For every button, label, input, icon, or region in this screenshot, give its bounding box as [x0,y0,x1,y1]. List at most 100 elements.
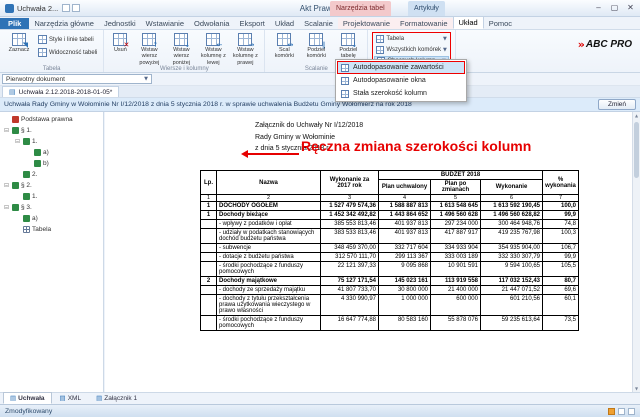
document-tab[interactable]: ▤ Uchwała 2.12.2018-2018-01-05* [2,86,119,97]
tree-item[interactable]: § 1. [0,125,103,136]
document-version-selector[interactable]: Pierwotny dokument ▼ [2,74,152,84]
insert-column-left-button[interactable]: Wstaw kolumnę z lewej [198,32,228,66]
tree-item[interactable]: a) [0,147,103,158]
tree-item[interactable]: 2. [0,169,103,180]
menu-item-label: Autodopasowanie okna [353,77,426,84]
col-header-percent: % wykonania [543,171,579,195]
ribbon-tab[interactable]: Pomoc [484,18,517,29]
save-icon[interactable] [62,4,70,12]
merge-cells-button[interactable]: Scal komórki [269,32,299,60]
tree-item[interactable]: § 3. [0,202,103,213]
annotation-arrow-head [241,150,248,158]
insert-column-right-button[interactable]: Wstaw kolumnę z prawej [230,32,260,66]
table-row[interactable]: - wpływy z podatków i opłat 385 553 813,… [201,220,579,229]
budget-table[interactable]: Lp. Nazwa Wykonanie za 2017 rok BUDŻET 2… [200,170,579,331]
table-row[interactable]: - środki pochodzące z funduszy pomocowyc… [201,262,579,277]
ribbon-tab[interactable]: Eksport [234,18,269,29]
expander-icon[interactable] [3,204,10,211]
expander-icon[interactable] [14,138,21,145]
annotation-arrow [247,153,299,155]
table-row[interactable]: 2 Dochody majątkowe 75 127 171,54 145 02… [201,277,579,286]
cell-execution: 59 235 613,64 [481,316,543,331]
ribbon-tab[interactable]: Narzędzia główne [29,18,99,29]
cell-percent: 100,0 [543,202,579,211]
tree-item[interactable]: 1. [0,136,103,147]
bottom-tab[interactable]: ▤ XML [53,392,89,404]
cell-lp [201,262,217,277]
zoom-icon[interactable] [628,408,635,415]
col-header-budget: BUDŻET 2018 [379,171,543,180]
table-row[interactable]: 1 DOCHODY OGÓŁEM 1 527 479 574,36 1 588 … [201,202,579,211]
tree-item[interactable]: 1. [0,191,103,202]
cell-exec-2017: 383 533 813,46 [321,229,379,244]
tree-item[interactable]: Tabela [0,224,103,235]
expander-icon[interactable] [3,182,10,189]
tree-item[interactable]: b) [0,158,103,169]
brand-logo: » ABC PRO [578,38,632,51]
change-button[interactable]: Zmień [598,99,636,110]
document-page[interactable]: Załącznik do Uchwały Nr I/12/2018 Rady G… [105,112,632,392]
bottom-tab[interactable]: ▤ Uchwała [3,392,52,404]
table-row[interactable]: - środki pochodzące z funduszy pomocowyc… [201,316,579,331]
table-visibility-button[interactable]: Widoczność tabeli [36,47,99,58]
maximize-icon[interactable]: ▢ [607,1,622,14]
select-button[interactable]: Zaznacz [4,32,34,53]
ribbon-tab[interactable]: Formatowanie [395,18,453,29]
close-icon[interactable]: ✕ [623,1,638,14]
button-label: Tabela [386,36,404,42]
scrollbar-thumb[interactable] [634,122,639,178]
ribbon-tab[interactable]: Projektowanie [338,18,395,29]
autofit-table-icon [376,35,384,43]
tree-item[interactable]: a) [0,213,103,224]
table-styles-icon [38,35,47,44]
cell-plan-adopted: 9 095 868 [379,262,431,277]
insert-row-below-button[interactable]: Wstaw wiersz poniżej [166,32,196,66]
brand-name: ABC PRO [586,39,632,50]
table-row[interactable]: - dochody z tytułu przekształcenia prawa… [201,295,579,316]
ribbon-tab[interactable]: Układ [453,16,484,29]
autofit-all-cells-button[interactable]: Wszystkich komórek ▼ [374,45,449,55]
autofit-dropdown-menu: Autodopasowanie zawartości Autodopasowan… [335,59,467,102]
node-icon [23,215,30,222]
scroll-up-icon[interactable]: ▲ [633,113,640,118]
split-table-button[interactable]: Podziel tabelę [333,32,363,60]
button-label: Scal komórki [269,47,299,60]
insert-row-above-button[interactable]: Wstaw wiersz powyżej [134,32,164,66]
undo-icon[interactable] [72,4,80,12]
insert-row-above-icon [142,33,156,46]
table-row[interactable]: - dotacje z budżetu państwa 312 570 111,… [201,253,579,262]
notification-icon[interactable] [608,408,615,415]
menu-item[interactable]: Autodopasowanie zawartości [337,61,465,74]
context-group-table-tools[interactable]: Narzędzia tabel [330,1,391,16]
table-row[interactable]: 1 Dochody bieżące 1 452 342 492,82 1 443… [201,211,579,220]
insert-column-left-icon [206,33,220,46]
ribbon-tab[interactable]: Układ [270,18,299,29]
context-group-articles[interactable]: Artykuły [408,1,445,16]
vertical-scrollbar[interactable]: ▲ ▼ [632,112,640,392]
cell-execution: 419 235 767,98 [481,229,543,244]
tree-item[interactable]: Podstawa prawna [0,114,103,125]
table-styles-button[interactable]: Style i linie tabeli [36,34,99,45]
table-row[interactable]: - dochody ze sprzedaży majątku 41 807 73… [201,286,579,295]
menu-item[interactable]: Stała szerokość kolumn [337,87,465,100]
tree-item[interactable]: § 2. [0,180,103,191]
node-icon [23,171,30,178]
cell-plan-adopted: 80 583 160 [379,316,431,331]
autofit-table-button[interactable]: Tabela ▼ [374,34,449,44]
bottom-tab[interactable]: ▤ Załącznik 1 [89,392,144,404]
ribbon-tab[interactable]: Jednostki [99,18,141,29]
table-row[interactable]: - subwencje 348 459 370,00 332 717 604 3… [201,244,579,253]
menu-item[interactable]: Autodopasowanie okna [337,74,465,87]
selector-value: Pierwotny dokument [6,76,65,83]
table-row[interactable]: - udziały w podatkach stanowiących dochó… [201,229,579,244]
ribbon-tab[interactable]: Scalanie [299,18,338,29]
split-cells-button[interactable]: Podziel komórki [301,32,331,60]
ribbon-tab[interactable]: Odwołania [189,18,234,29]
ribbon-tab[interactable]: Plik [0,18,29,29]
expander-icon[interactable] [3,127,10,134]
view-mode-icon[interactable] [618,408,625,415]
delete-button[interactable]: Usuń [108,32,132,53]
minimize-icon[interactable]: – [591,1,606,14]
ribbon-tab[interactable]: Wstawianie [141,18,189,29]
scroll-down-icon[interactable]: ▼ [633,386,640,391]
